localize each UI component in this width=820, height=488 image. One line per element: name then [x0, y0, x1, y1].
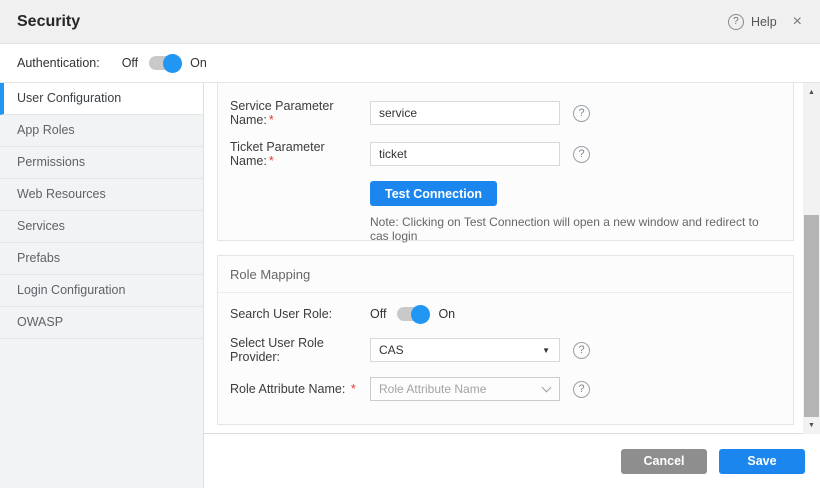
settings-sidebar: User Configuration App Roles Permissions…	[0, 83, 204, 488]
role-attribute-label: Role Attribute Name: *	[230, 382, 370, 396]
dialog-header: Security ? Help ×	[0, 0, 820, 44]
page-title: Security	[17, 13, 80, 31]
authentication-bar: Authentication: Off On	[0, 44, 820, 82]
ticket-parameter-input[interactable]	[370, 142, 560, 166]
authentication-on-label: On	[190, 56, 207, 70]
search-role-on-label: On	[438, 307, 455, 321]
sidebar-item-permissions[interactable]: Permissions	[0, 147, 203, 179]
toggle-knob	[163, 54, 182, 73]
help-icon[interactable]: ?	[573, 146, 590, 163]
help-link[interactable]: Help	[751, 15, 777, 29]
vertical-scrollbar[interactable]: ▲ ▼	[803, 83, 820, 434]
sidebar-item-app-roles[interactable]: App Roles	[0, 115, 203, 147]
search-user-role-label: Search User Role:	[230, 307, 370, 321]
cancel-button[interactable]: Cancel	[621, 449, 707, 474]
help-icon[interactable]: ?	[728, 14, 744, 30]
search-user-role-toggle[interactable]	[397, 307, 427, 321]
dropdown-arrow-icon: ▼	[542, 346, 550, 355]
ticket-parameter-label: Ticket Parameter Name:*	[230, 140, 370, 168]
sidebar-item-owasp[interactable]: OWASP	[0, 307, 203, 339]
security-dialog: Security ? Help × Authentication: Off On…	[0, 0, 820, 488]
sidebar-item-login-configuration[interactable]: Login Configuration	[0, 275, 203, 307]
search-role-off-label: Off	[370, 307, 386, 321]
required-asterisk: *	[269, 113, 274, 127]
close-icon[interactable]: ×	[793, 13, 802, 31]
test-connection-button[interactable]: Test Connection	[370, 181, 497, 206]
test-connection-note: Note: Clicking on Test Connection will o…	[370, 215, 773, 243]
sidebar-item-services[interactable]: Services	[0, 211, 203, 243]
authentication-label: Authentication:	[17, 56, 100, 70]
role-mapping-card: Role Mapping Search User Role: Off On	[217, 255, 794, 425]
save-button[interactable]: Save	[719, 449, 805, 474]
sidebar-item-web-resources[interactable]: Web Resources	[0, 179, 203, 211]
help-icon[interactable]: ?	[573, 381, 590, 398]
help-icon[interactable]: ?	[573, 342, 590, 359]
role-provider-select[interactable]: CAS ▼	[370, 338, 560, 362]
required-asterisk: *	[269, 154, 274, 168]
toggle-knob	[411, 305, 430, 324]
service-parameter-input[interactable]	[370, 101, 560, 125]
scrollable-form-area: Service Parameter Name:* ? Ticket Parame…	[204, 83, 820, 433]
sidebar-item-prefabs[interactable]: Prefabs	[0, 243, 203, 275]
role-provider-value: CAS	[379, 343, 404, 357]
scrollbar-up-icon[interactable]: ▲	[803, 85, 820, 99]
role-provider-label: Select User Role Provider:	[230, 336, 370, 364]
cas-parameters-card: Service Parameter Name:* ? Ticket Parame…	[217, 83, 794, 241]
dialog-footer: Cancel Save	[204, 433, 820, 488]
required-asterisk: *	[351, 382, 356, 396]
role-attribute-input[interactable]	[370, 377, 560, 401]
help-icon[interactable]: ?	[573, 105, 590, 122]
authentication-toggle[interactable]	[149, 56, 179, 70]
scrollbar-down-icon[interactable]: ▼	[803, 418, 820, 432]
scrollbar-thumb[interactable]	[804, 215, 819, 417]
service-parameter-label: Service Parameter Name:*	[230, 99, 370, 127]
sidebar-item-user-configuration[interactable]: User Configuration	[0, 83, 203, 115]
role-mapping-title: Role Mapping	[218, 256, 793, 293]
authentication-off-label: Off	[122, 56, 138, 70]
